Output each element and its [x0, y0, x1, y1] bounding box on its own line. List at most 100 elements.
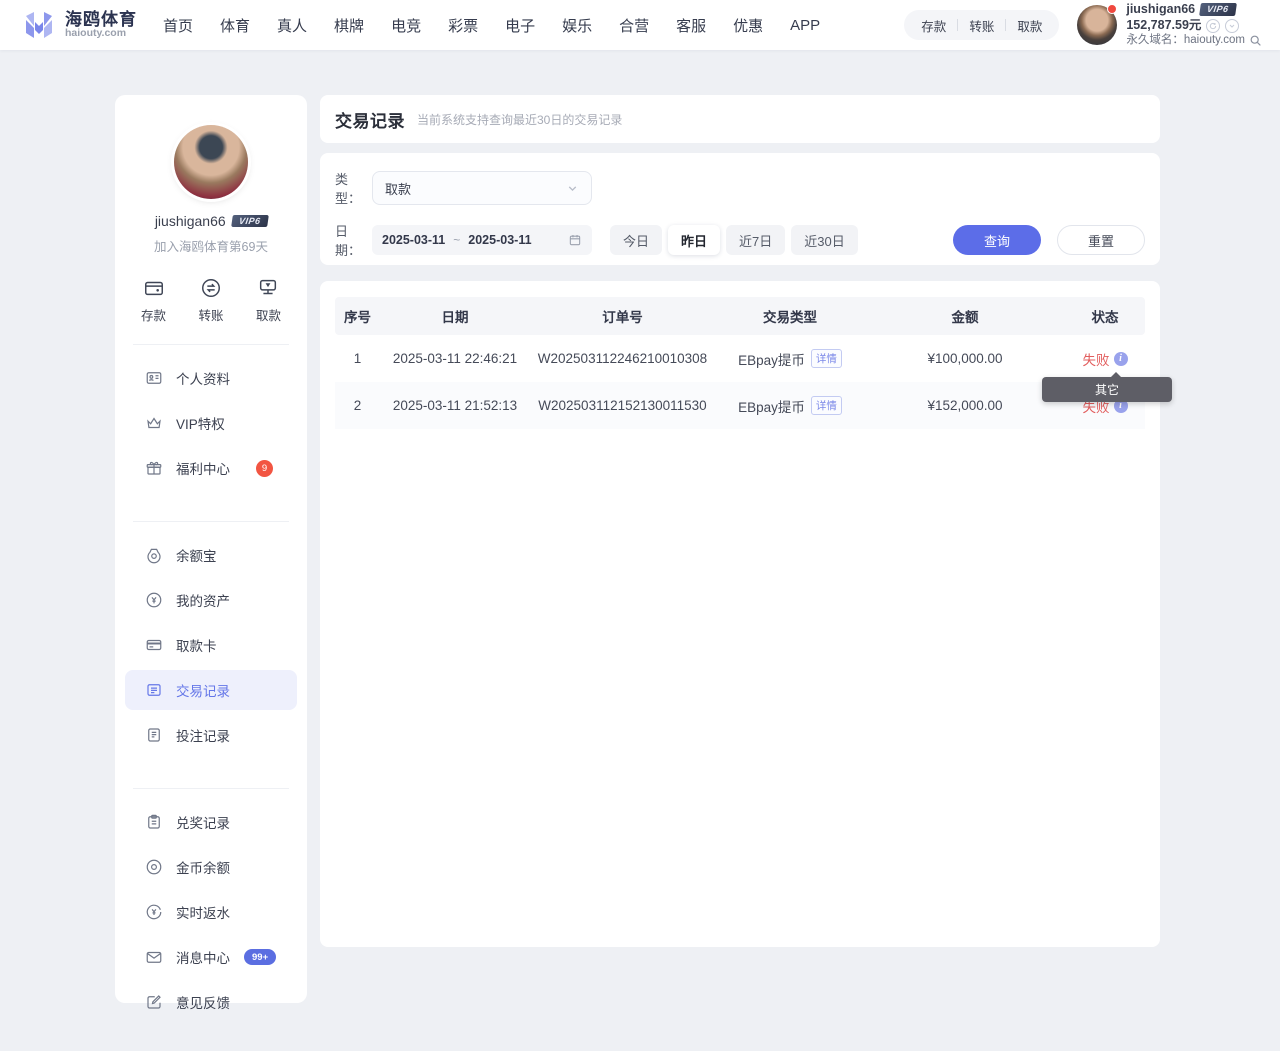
sidebar-item-realtime-rebate[interactable]: 实时返水 [125, 892, 297, 932]
details-tag[interactable]: 详情 [811, 396, 842, 415]
sidebar-item-my-assets[interactable]: 我的资产 [125, 580, 297, 620]
wallet-actions: 存款 转账 取款 [904, 10, 1059, 40]
refresh-icon[interactable] [1206, 19, 1220, 33]
nav-item-home[interactable]: 首页 [163, 15, 193, 36]
col-amount: 金额 [865, 306, 1065, 326]
profile-vip-badge: VIP6 [231, 215, 268, 227]
withdraw-button[interactable]: 取款 [1006, 16, 1053, 35]
assets-icon [145, 591, 163, 609]
nav-item-app[interactable]: APP [790, 17, 820, 34]
coin-pocket-icon [145, 546, 163, 564]
sidebar: jiushigan66 VIP6 加入海鸥体育第69天 存款 转账 取款 个人资… [115, 95, 307, 1003]
row-status: 失败 i [1065, 349, 1145, 369]
date-from: 2025-03-11 [382, 233, 445, 247]
main-nav: 首页 体育 真人 棋牌 电竞 彩票 电子 娱乐 合营 客服 优惠 APP [163, 15, 820, 36]
vip-badge: VIP6 [1199, 3, 1236, 16]
transfer-button[interactable]: 转账 [958, 16, 1005, 35]
range-7days-button[interactable]: 近7日 [726, 225, 785, 255]
row-type: EBpay提币 详情 [715, 396, 865, 416]
nav-item-entertainment[interactable]: 娱乐 [562, 15, 592, 36]
row-order-number: W202503112152130011530 [530, 398, 715, 413]
sidebar-group-misc: 兑奖记录 金币余额 实时返水 消息中心 99+ 意见反馈 [115, 789, 307, 1035]
quick-date-ranges: 今日 昨日 近7日 近30日 [610, 225, 858, 255]
chevron-down-icon[interactable] [1225, 19, 1239, 33]
sidebar-withdraw-button[interactable]: 取款 [256, 277, 281, 324]
sidebar-item-yuebao[interactable]: 余额宝 [125, 535, 297, 575]
gift-icon [145, 459, 163, 477]
nav-item-sports[interactable]: 体育 [220, 15, 250, 36]
avatar[interactable] [1077, 5, 1117, 45]
atm-icon [257, 277, 279, 299]
search-icon[interactable] [1249, 34, 1262, 47]
table-header-row: 序号 日期 订单号 交易类型 金额 状态 [335, 297, 1145, 335]
row-amount: ¥100,000.00 [865, 351, 1065, 366]
type-select-value: 取款 [385, 179, 411, 198]
username: jiushigan66 [1126, 2, 1195, 18]
profile-username: jiushigan66 [155, 213, 226, 229]
permanent-domain: 永久域名：haiouty.com [1126, 33, 1262, 47]
row-type: EBpay提币 详情 [715, 349, 865, 369]
sidebar-item-transaction-records[interactable]: 交易记录 [125, 670, 297, 710]
date-range-picker[interactable]: 2025-03-11 ~ 2025-03-11 [372, 225, 592, 255]
sidebar-transfer-button[interactable]: 转账 [198, 277, 223, 324]
sidebar-item-vip-privileges[interactable]: VIP特权 [125, 403, 297, 443]
page-subtitle: 当前系统支持查询最近30日的交易记录 [417, 111, 622, 128]
sidebar-item-welfare-center[interactable]: 福利中心 9 [125, 448, 297, 488]
type-select[interactable]: 取款 [372, 171, 592, 205]
col-type: 交易类型 [715, 306, 865, 326]
table-row: 1 2025-03-11 22:46:21 W20250311224621001… [335, 335, 1145, 382]
filter-panel: 类型： 取款 日期： 2025-03-11 ~ 2025-03-11 今日 昨日… [320, 153, 1160, 265]
notification-dot [1107, 4, 1117, 14]
nav-item-slots[interactable]: 电子 [505, 15, 535, 36]
range-yesterday-button[interactable]: 昨日 [668, 225, 720, 255]
page-header: 交易记录 当前系统支持查询最近30日的交易记录 [320, 95, 1160, 143]
feedback-icon [145, 993, 163, 1011]
nav-item-live[interactable]: 真人 [277, 15, 307, 36]
col-no: 序号 [335, 306, 380, 326]
brand-logo-icon [22, 8, 56, 42]
nav-item-partnership[interactable]: 合营 [619, 15, 649, 36]
col-order: 订单号 [530, 306, 715, 326]
date-to: 2025-03-11 [468, 233, 531, 247]
row-no: 2 [335, 398, 380, 413]
records-table-card: 序号 日期 订单号 交易类型 金额 状态 1 2025-03-11 22:46:… [320, 281, 1160, 947]
row-order-number: W202503112246210010308 [530, 351, 715, 366]
brand-logo[interactable]: 海鸥体育 haiouty.com [22, 8, 137, 42]
deposit-button[interactable]: 存款 [910, 16, 957, 35]
wallet-icon [143, 277, 165, 299]
sidebar-item-feedback[interactable]: 意见反馈 [125, 982, 297, 1022]
col-status: 状态 [1065, 306, 1145, 326]
nav-item-promotions[interactable]: 优惠 [733, 15, 763, 36]
sidebar-deposit-button[interactable]: 存款 [141, 277, 166, 324]
query-button[interactable]: 查询 [953, 225, 1041, 255]
id-card-icon [145, 369, 163, 387]
nav-item-board-games[interactable]: 棋牌 [334, 15, 364, 36]
reset-button[interactable]: 重置 [1057, 225, 1145, 255]
nav-item-lottery[interactable]: 彩票 [448, 15, 478, 36]
info-icon[interactable]: i [1114, 352, 1128, 366]
gold-coin-icon [145, 858, 163, 876]
bank-card-icon [145, 636, 163, 654]
row-date: 2025-03-11 21:52:13 [380, 398, 530, 413]
sidebar-item-message-center[interactable]: 消息中心 99+ [125, 937, 297, 977]
brand-title: 海鸥体育 [65, 11, 137, 29]
betting-records-icon [145, 726, 163, 744]
nav-item-esports[interactable]: 电竞 [391, 15, 421, 36]
range-30days-button[interactable]: 近30日 [791, 225, 857, 255]
sidebar-item-personal-info[interactable]: 个人资料 [125, 358, 297, 398]
topnav-right: 存款 转账 取款 jiushigan66 VIP6 152,787.59元 [904, 2, 1262, 48]
brand-domain: haiouty.com [65, 28, 137, 39]
range-today-button[interactable]: 今日 [610, 225, 662, 255]
sidebar-item-withdrawal-card[interactable]: 取款卡 [125, 625, 297, 665]
status-tooltip: 其它 [1042, 377, 1172, 402]
sidebar-item-betting-records[interactable]: 投注记录 [125, 715, 297, 755]
sidebar-item-prize-records[interactable]: 兑奖记录 [125, 802, 297, 842]
sidebar-item-gold-balance[interactable]: 金币余额 [125, 847, 297, 887]
clipboard-icon [145, 813, 163, 831]
message-badge: 99+ [244, 949, 276, 965]
col-date: 日期 [380, 306, 530, 326]
details-tag[interactable]: 详情 [811, 349, 842, 368]
nav-item-support[interactable]: 客服 [676, 15, 706, 36]
balance: 152,787.59元 [1126, 18, 1201, 34]
profile-avatar[interactable] [174, 125, 248, 199]
